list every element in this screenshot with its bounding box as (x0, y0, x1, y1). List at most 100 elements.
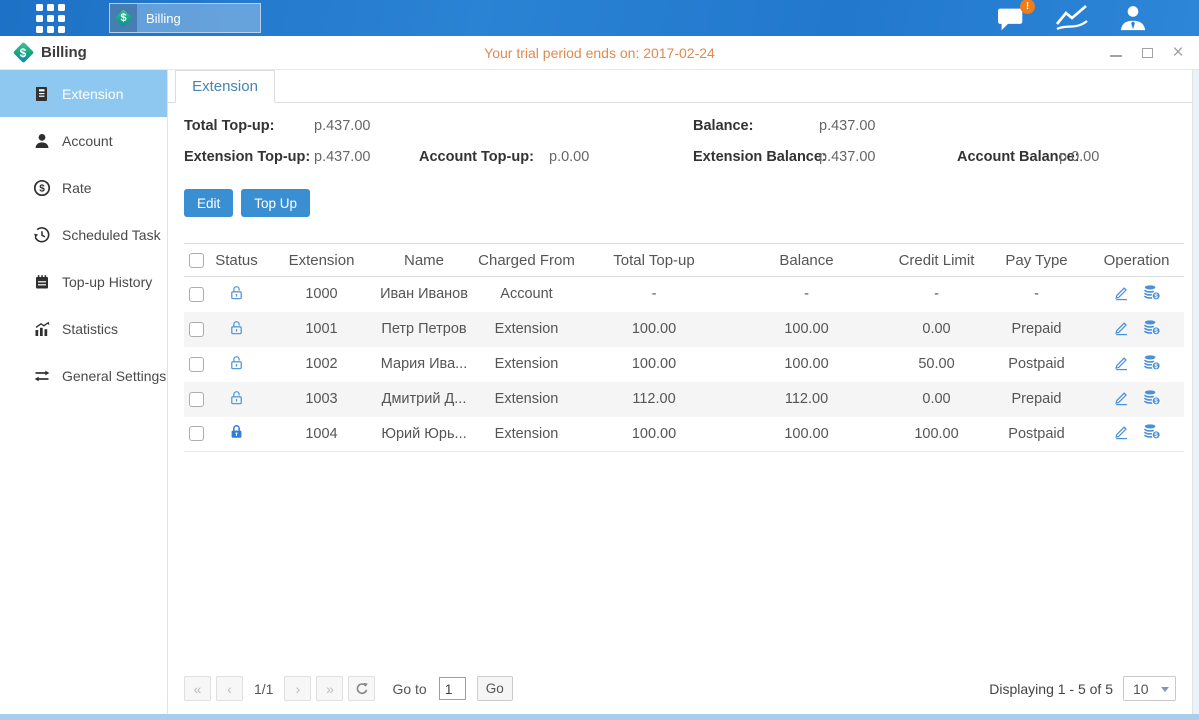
edit-pencil-icon[interactable] (1113, 389, 1130, 406)
topup-history-icon (33, 273, 51, 291)
row-checkbox[interactable] (189, 426, 204, 441)
edit-button[interactable]: Edit (184, 189, 233, 217)
name-cell: Мария Ива... (379, 347, 469, 382)
col-operation: Operation (1089, 244, 1184, 277)
topup-coins-icon[interactable]: $ (1143, 389, 1161, 406)
topup-coins-icon[interactable]: $ (1143, 284, 1161, 301)
sidebar-item-general-settings[interactable]: General Settings (0, 352, 167, 399)
edit-pencil-icon[interactable] (1113, 319, 1130, 336)
scheduled-task-icon (33, 226, 51, 244)
total-topup-value: p.437.00 (314, 118, 370, 134)
window-titlebar: $ Billing Your trial period ends on: 201… (0, 36, 1199, 70)
pay-type-cell: Prepaid (984, 382, 1089, 417)
page-size-value: 10 (1133, 681, 1149, 697)
credit-limit-cell: 50.00 (889, 347, 984, 382)
sidebar-item-account[interactable]: Account (0, 117, 167, 164)
goto-page-input[interactable] (439, 677, 466, 700)
topup-coins-icon[interactable]: $ (1143, 354, 1161, 371)
svg-text:$: $ (39, 183, 45, 194)
page-indicator: 1/1 (254, 681, 273, 697)
account-topup-label: Account Top-up: (419, 149, 534, 165)
table-header-row: Status Extension Name Charged From Total… (184, 244, 1184, 277)
balance-cell: 100.00 (724, 347, 889, 382)
sidebar-item-label: Top-up History (62, 274, 152, 290)
account-balance-value: p.0.00 (1059, 149, 1099, 165)
extension-cell: 1001 (264, 312, 379, 347)
name-cell: Иван Иванов (379, 277, 469, 312)
sidebar-item-extension[interactable]: Extension (0, 70, 167, 117)
lock-locked-icon[interactable] (228, 423, 245, 440)
lock-open-icon[interactable] (228, 389, 245, 406)
pay-type-cell: Prepaid (984, 312, 1089, 347)
first-page-button[interactable]: « (184, 676, 211, 701)
col-pay-type: Pay Type (984, 244, 1089, 277)
col-status: Status (209, 244, 264, 277)
total-topup-cell: 112.00 (584, 382, 724, 417)
goto-label: Go to (392, 681, 426, 697)
col-total-topup: Total Top-up (584, 244, 724, 277)
col-name: Name (379, 244, 469, 277)
extension-cell: 1000 (264, 277, 379, 312)
minimize-icon[interactable] (1109, 46, 1123, 60)
pagination-bar: « ‹ 1/1 › » Go to Go Displaying 1 - 5 of… (168, 676, 1192, 714)
maximize-icon[interactable] (1140, 46, 1154, 60)
go-button[interactable]: Go (477, 676, 513, 701)
next-page-button[interactable]: › (284, 676, 311, 701)
refresh-button[interactable] (348, 676, 375, 701)
charged-from-cell: Extension (469, 382, 584, 417)
trial-notice: Your trial period ends on: 2017-02-24 (484, 45, 715, 61)
credit-limit-cell: 100.00 (889, 417, 984, 452)
total-topup-cell: - (584, 277, 724, 312)
statistics-trend-icon[interactable] (1054, 4, 1090, 32)
lock-open-icon[interactable] (228, 284, 245, 301)
lock-open-icon[interactable] (228, 319, 245, 336)
last-page-button[interactable]: » (316, 676, 343, 701)
page-size-select[interactable]: 10 (1123, 676, 1176, 701)
rate-icon: $ (33, 179, 51, 197)
main-content: Extension Total Top-up: p.437.00 Balance… (168, 70, 1192, 714)
credit-limit-cell: 0.00 (889, 382, 984, 417)
notifications-chat-icon[interactable]: ! (996, 5, 1027, 32)
row-checkbox[interactable] (189, 357, 204, 372)
close-icon[interactable]: × (1171, 46, 1185, 60)
edit-pencil-icon[interactable] (1113, 423, 1130, 440)
edit-pencil-icon[interactable] (1113, 284, 1130, 301)
taskbar-tab-billing[interactable]: $ Billing (109, 3, 261, 33)
edit-pencil-icon[interactable] (1113, 354, 1130, 371)
sidebar-item-scheduled-task[interactable]: Scheduled Task (0, 211, 167, 258)
prev-page-button[interactable]: ‹ (216, 676, 243, 701)
total-topup-cell: 100.00 (584, 312, 724, 347)
refresh-icon (355, 682, 369, 696)
row-checkbox[interactable] (189, 287, 204, 302)
total-topup-label: Total Top-up: (184, 118, 274, 134)
topup-coins-icon[interactable]: $ (1143, 319, 1161, 336)
charged-from-cell: Extension (469, 347, 584, 382)
user-account-icon[interactable] (1117, 4, 1149, 32)
sidebar-item-label: General Settings (62, 368, 166, 384)
taskbar-tab-label: Billing (146, 11, 181, 26)
row-checkbox[interactable] (189, 392, 204, 407)
svg-text:$: $ (1154, 432, 1158, 439)
balance-cell: 100.00 (724, 417, 889, 452)
extension-cell: 1003 (264, 382, 379, 417)
sidebar-item-statistics[interactable]: Statistics (0, 305, 167, 352)
window-bottom-edge (0, 714, 1199, 720)
svg-text:$: $ (1154, 328, 1158, 335)
tab-extension[interactable]: Extension (175, 70, 275, 103)
displaying-text: Displaying 1 - 5 of 5 (989, 681, 1113, 697)
charged-from-cell: Account (469, 277, 584, 312)
sidebar-item-label: Rate (62, 180, 92, 196)
name-cell: Петр Петров (379, 312, 469, 347)
tabbar: Extension (168, 70, 1192, 103)
charged-from-cell: Extension (469, 417, 584, 452)
sidebar-item-rate[interactable]: $ Rate (0, 164, 167, 211)
lock-open-icon[interactable] (228, 354, 245, 371)
row-checkbox[interactable] (189, 322, 204, 337)
sidebar-item-topup-history[interactable]: Top-up History (0, 258, 167, 305)
topup-coins-icon[interactable]: $ (1143, 423, 1161, 440)
top-up-button[interactable]: Top Up (241, 189, 310, 217)
select-all-checkbox[interactable] (189, 253, 204, 268)
table-row: 1000 Иван Иванов Account - - - - $ (184, 277, 1184, 312)
statistics-icon (33, 320, 51, 338)
app-launcher-grid-icon[interactable] (36, 4, 65, 33)
